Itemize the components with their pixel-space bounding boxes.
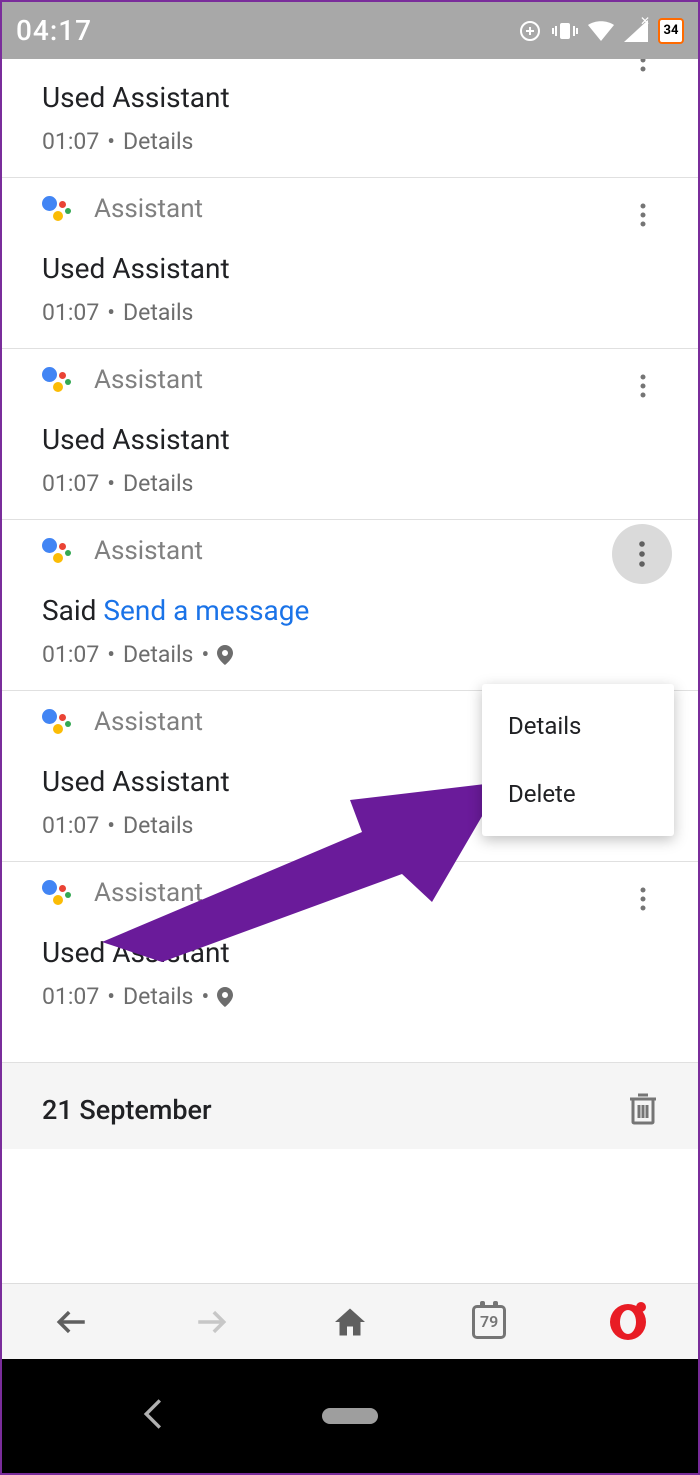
date-section-header: 21 September [2, 1062, 698, 1149]
activity-source: Assistant [94, 194, 203, 224]
activity-title: Said Send a message [42, 594, 658, 627]
details-link[interactable]: Details [123, 983, 193, 1010]
wifi-icon [588, 21, 614, 41]
activity-time: 01:07 [42, 812, 99, 839]
details-link[interactable]: Details [123, 299, 193, 326]
title-prefix: Said [42, 594, 103, 627]
menu-item-delete[interactable]: Delete [482, 760, 674, 828]
tabs-count: 79 [472, 1305, 506, 1339]
battery-calendar-icon: 34 [658, 18, 684, 44]
nav-tabs-button[interactable]: 79 [465, 1298, 513, 1346]
menu-item-details[interactable]: Details [482, 692, 674, 760]
vibrate-icon [552, 19, 578, 43]
status-bar: 04:17 ✕ 34 [2, 2, 698, 59]
more-options-button[interactable] [624, 367, 662, 405]
more-options-button[interactable] [612, 524, 672, 584]
activity-meta: 01:07 • Details [42, 128, 658, 155]
details-link[interactable]: Details [123, 470, 193, 497]
assistant-logo-icon [42, 536, 72, 566]
activity-time: 01:07 [42, 983, 99, 1010]
activity-title: Used Assistant [42, 81, 658, 114]
nav-forward-button[interactable] [187, 1298, 235, 1346]
details-link[interactable]: Details [123, 641, 193, 668]
system-navigation-bar [2, 1359, 698, 1473]
activity-time: 01:07 [42, 128, 99, 155]
activity-time: 01:07 [42, 470, 99, 497]
system-home-pill[interactable] [322, 1408, 378, 1424]
cellular-icon: ✕ [624, 20, 648, 42]
activity-meta: 01:07• Details [42, 299, 658, 326]
activity-title: Used Assistant [42, 252, 658, 285]
browser-bottom-nav: 79 [2, 1283, 698, 1359]
activity-source: Assistant [94, 707, 203, 737]
assistant-logo-icon [42, 707, 72, 737]
more-options-button[interactable] [624, 880, 662, 918]
activity-title: Used Assistant [42, 936, 658, 969]
location-pin-icon [217, 645, 233, 665]
more-options-button[interactable] [624, 59, 662, 79]
activity-time: 01:07 [42, 641, 99, 668]
date-label: 21 September [42, 1094, 212, 1126]
nav-opera-button[interactable] [604, 1298, 652, 1346]
nav-back-button[interactable] [48, 1298, 96, 1346]
delete-day-button[interactable] [628, 1091, 658, 1129]
activity-item: Assistant Said Send a message 01:07• Det… [2, 520, 698, 691]
activity-item: Assistant Used Assistant 01:07• Details [2, 349, 698, 520]
status-icons: ✕ 34 [518, 18, 684, 44]
activity-title: Used Assistant [42, 423, 658, 456]
activity-item: Assistant Used Assistant 01:07• Details• [2, 862, 698, 1032]
more-options-button[interactable] [624, 196, 662, 234]
assistant-logo-icon [42, 365, 72, 395]
activity-meta: 01:07• Details• [42, 641, 658, 668]
activity-meta: 01:07• Details [42, 470, 658, 497]
details-link[interactable]: Details [123, 128, 193, 155]
nav-home-button[interactable] [326, 1298, 374, 1346]
activity-item: Assistant Used Assistant 01:07• Details [2, 178, 698, 349]
activity-time: 01:07 [42, 299, 99, 326]
activity-source: Assistant [94, 365, 203, 395]
opera-logo-icon [610, 1304, 646, 1340]
activity-meta: 01:07• Details• [42, 983, 658, 1010]
location-pin-icon [217, 987, 233, 1007]
assistant-logo-icon [42, 194, 72, 224]
activity-source: Assistant [94, 878, 203, 908]
status-time: 04:17 [16, 14, 92, 47]
system-back-button[interactable] [142, 1397, 164, 1435]
activity-item: Assistant Used Assistant 01:07 • Details [2, 59, 698, 178]
activity-source: Assistant [94, 536, 203, 566]
screen-frame: 04:17 ✕ 34 Assistant [0, 0, 700, 1475]
context-menu: Details Delete [482, 684, 674, 836]
assistant-logo-icon [42, 878, 72, 908]
details-link[interactable]: Details [123, 812, 193, 839]
voice-query-link[interactable]: Send a message [103, 594, 309, 627]
data-saver-icon [518, 19, 542, 43]
